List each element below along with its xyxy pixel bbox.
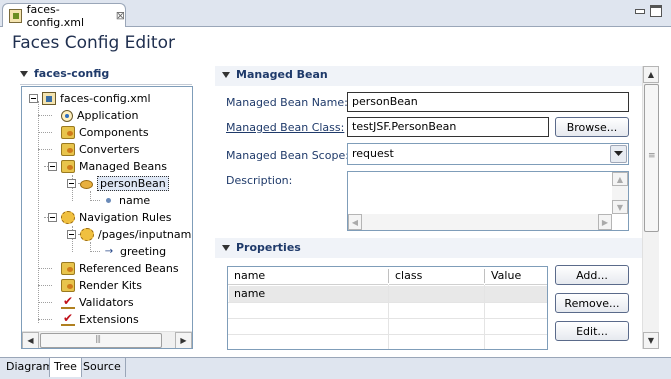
collapse-icon[interactable] — [48, 162, 57, 171]
managed-bean-scope-label: Managed Bean Scope: — [226, 149, 349, 162]
config-tree[interactable]: faces-config.xml Application Components … — [21, 86, 193, 349]
managed-bean-name-label: Managed Bean Name: — [226, 96, 348, 109]
arrow-icon: → — [104, 246, 114, 257]
properties-table[interactable]: name class Value name — [227, 266, 548, 350]
managed-bean-name-field[interactable]: personBean — [347, 92, 629, 112]
close-icon[interactable]: ⊠ — [116, 9, 125, 22]
scroll-right-icon[interactable]: ▶ — [175, 332, 192, 348]
tab-tree[interactable]: Tree — [49, 358, 82, 377]
xml-file-icon — [9, 8, 22, 23]
scroll-left-icon[interactable]: ◀ — [22, 332, 39, 348]
tree-item-label: Validators — [79, 296, 134, 309]
tree-item-label: greeting — [120, 245, 167, 258]
description-label: Description: — [226, 174, 293, 187]
chevron-down-icon[interactable] — [610, 145, 627, 163]
section-title: Properties — [236, 241, 301, 254]
scope-value: request — [352, 147, 394, 160]
faces-config-section-header[interactable]: faces-config — [20, 67, 109, 80]
application-icon — [61, 109, 73, 122]
scrollbar-thumb[interactable] — [644, 84, 659, 232]
remove-button[interactable]: Remove... — [555, 293, 629, 313]
tree-item-referenced-beans[interactable]: Referenced Beans — [61, 260, 179, 277]
add-button[interactable]: Add... — [555, 265, 629, 285]
tree-item-label: Extensions — [79, 313, 139, 326]
column-header-name[interactable]: name — [228, 267, 388, 285]
tree-item-label: Components — [79, 126, 149, 139]
scrollbar-thumb[interactable] — [40, 333, 162, 348]
scope-select[interactable]: request — [347, 143, 629, 165]
tree-item-label: Converters — [79, 143, 140, 156]
property-icon — [106, 198, 111, 203]
section-divider — [20, 84, 192, 85]
column-header-class[interactable]: class — [389, 267, 484, 285]
tree-horizontal-scrollbar[interactable]: ◀ ▶ — [22, 331, 192, 348]
collapse-icon[interactable] — [29, 94, 38, 103]
scroll-right-icon[interactable]: ▶ — [598, 214, 612, 230]
config-file-icon — [42, 92, 56, 105]
navigation-rule-icon — [80, 228, 94, 241]
tree-item-label: Application — [77, 109, 139, 122]
tree-item-extensions[interactable]: ✔ Extensions — [61, 311, 139, 328]
tree-item-inputname-rule[interactable]: /pages/inputname — [67, 226, 193, 243]
collapse-triangle-icon[interactable] — [222, 244, 230, 251]
editor-tab-label: faces-config.xml — [26, 2, 85, 29]
minimize-icon[interactable] — [633, 5, 645, 17]
maximize-icon[interactable] — [650, 5, 662, 17]
managed-bean-class-field[interactable]: testJSF.PersonBean — [347, 117, 549, 137]
section-title: Managed Bean — [236, 68, 328, 81]
description-textarea[interactable]: ▲ ▼ ◀ ▶ — [347, 171, 629, 231]
page-title: Faces Config Editor — [12, 33, 175, 53]
tree-item-components[interactable]: Components — [61, 124, 149, 141]
components-folder-icon — [61, 126, 75, 139]
collapse-triangle-icon[interactable] — [222, 71, 230, 78]
tree-item-label: Managed Beans — [79, 160, 167, 173]
tree-item-faces-config-xml[interactable]: faces-config.xml — [29, 90, 151, 107]
properties-section-header[interactable]: Properties — [222, 241, 301, 254]
scroll-down-icon[interactable]: ▼ — [612, 200, 628, 214]
section-title: faces-config — [34, 67, 110, 80]
extensions-check-icon: ✔ — [61, 311, 75, 326]
editor-vertical-scrollbar[interactable]: ▲ ▼ — [642, 66, 659, 349]
tree-item-navigation-rules[interactable]: Navigation Rules — [48, 209, 172, 226]
tree-item-label: personBean — [97, 176, 169, 191]
scroll-up-icon[interactable]: ▲ — [612, 172, 628, 186]
description-horizontal-scrollbar[interactable]: ◀ ▶ — [348, 214, 612, 230]
tree-item-greeting[interactable]: → greeting — [102, 243, 166, 260]
tree-item-application[interactable]: Application — [61, 107, 138, 124]
editor-tab[interactable]: faces-config.xml ⊠ — [2, 2, 126, 29]
navigation-rules-icon — [61, 211, 75, 224]
validators-check-icon: ✔ — [61, 294, 75, 309]
scroll-up-icon[interactable]: ▲ — [643, 66, 659, 83]
tree-item-name[interactable]: name — [102, 192, 150, 209]
tree-item-managed-beans[interactable]: Managed Beans — [48, 158, 167, 175]
collapse-icon[interactable] — [67, 230, 76, 239]
managed-bean-section-header[interactable]: Managed Bean — [222, 68, 328, 81]
collapse-icon[interactable] — [48, 213, 57, 222]
description-vertical-scrollbar[interactable]: ▲ ▼ — [612, 172, 628, 214]
tree-item-label: faces-config.xml — [60, 92, 151, 105]
column-header-value[interactable]: Value — [485, 267, 547, 285]
render-kits-folder-icon — [61, 279, 75, 292]
scroll-down-icon[interactable]: ▼ — [643, 332, 659, 349]
tree-item-label: name — [119, 194, 151, 207]
edit-button[interactable]: Edit... — [555, 321, 629, 341]
tree-item-label: Render Kits — [79, 279, 142, 292]
tree-item-personbean[interactable]: personBean — [67, 175, 169, 192]
collapse-triangle-icon[interactable] — [20, 70, 28, 77]
tree-item-render-kits[interactable]: Render Kits — [61, 277, 142, 294]
browse-button[interactable]: Browse... — [555, 117, 629, 137]
managed-beans-folder-icon — [61, 160, 75, 173]
tree-item-label: /pages/inputname — [98, 228, 193, 241]
tab-source[interactable]: Source — [79, 358, 126, 377]
scroll-left-icon[interactable]: ◀ — [348, 214, 362, 230]
collapse-icon[interactable] — [67, 179, 76, 188]
tree-item-label: Referenced Beans — [79, 262, 179, 275]
tree-item-validators[interactable]: ✔ Validators — [61, 294, 134, 311]
bean-icon — [80, 180, 93, 189]
tree-item-label: Navigation Rules — [79, 211, 172, 224]
referenced-beans-folder-icon — [61, 262, 75, 275]
converters-folder-icon — [61, 143, 75, 156]
managed-bean-class-link[interactable]: Managed Bean Class: — [226, 121, 344, 134]
tree-item-converters[interactable]: Converters — [61, 141, 140, 158]
